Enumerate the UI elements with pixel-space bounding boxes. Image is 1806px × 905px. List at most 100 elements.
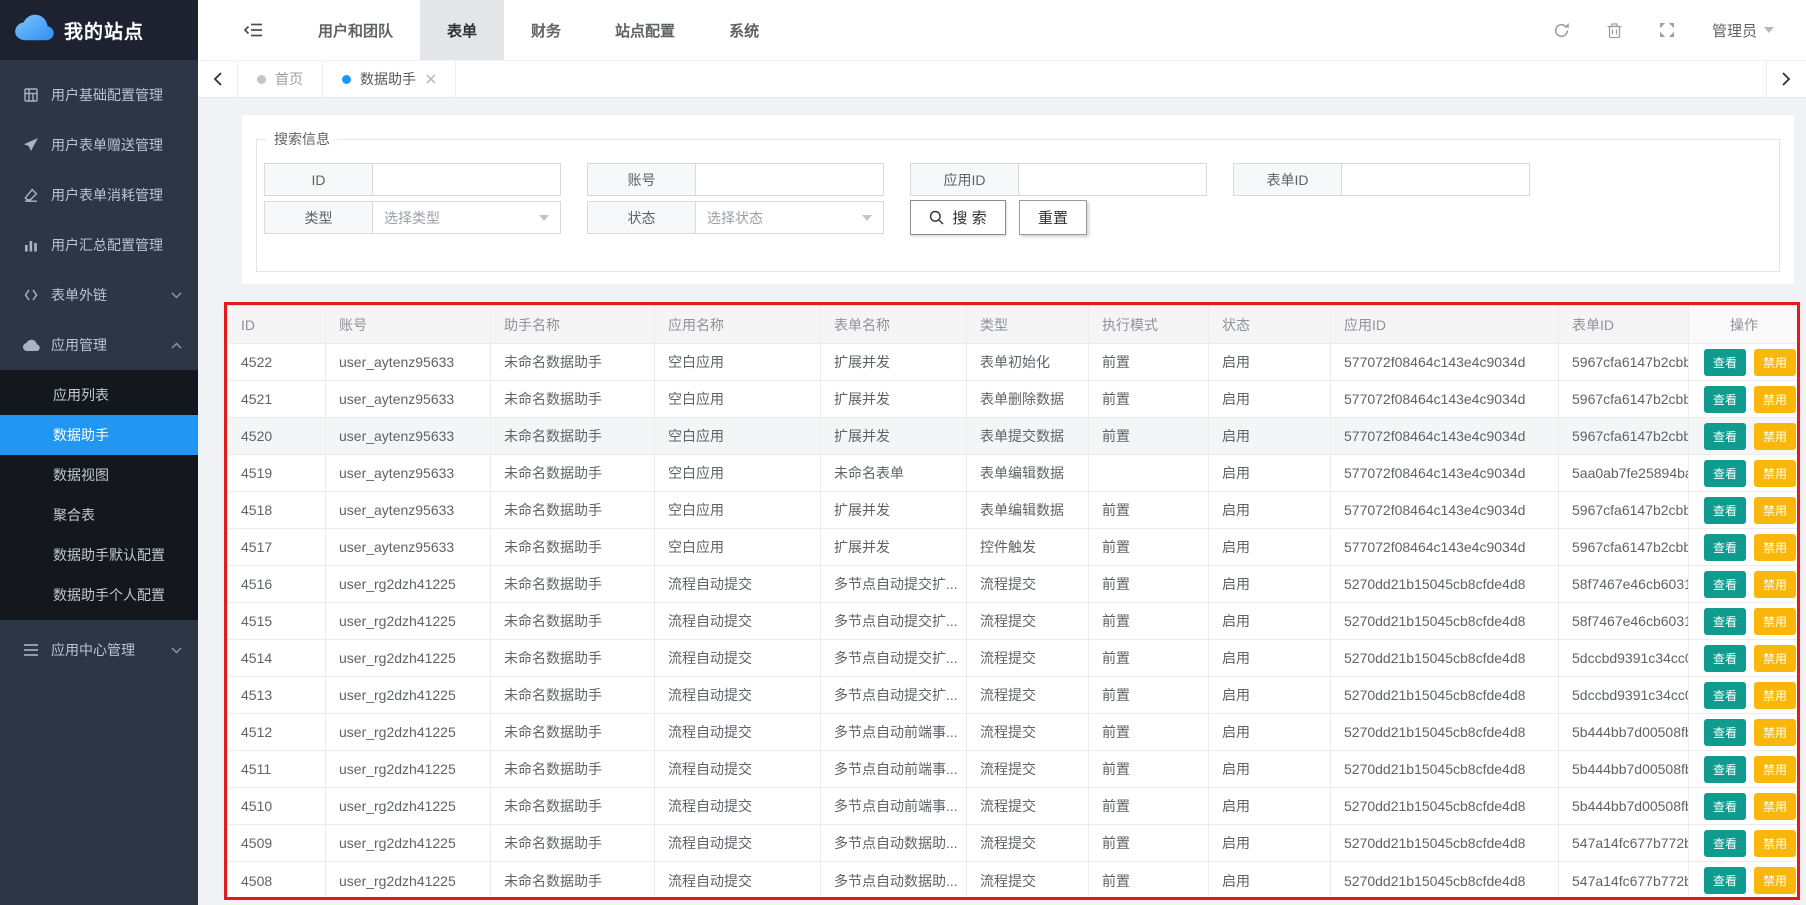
sidebar-subitem-4[interactable]: 聚合表 <box>0 495 198 535</box>
top-menu-item-1[interactable]: 用户和团队 <box>291 0 420 60</box>
disable-button[interactable]: 禁用 <box>1754 497 1796 524</box>
disable-button[interactable]: 禁用 <box>1754 349 1796 376</box>
disable-button[interactable]: 禁用 <box>1754 719 1796 746</box>
sidebar-item-6[interactable]: 应用管理 <box>0 320 198 370</box>
disable-button[interactable]: 禁用 <box>1754 534 1796 561</box>
column-header-11: 操作 <box>1689 306 1799 343</box>
sidebar-subitem-6[interactable]: 数据助手个人配置 <box>0 575 198 615</box>
top-menu-item-4[interactable]: 站点配置 <box>588 0 702 60</box>
view-button[interactable]: 查看 <box>1704 423 1746 450</box>
caret-down-icon <box>862 215 872 221</box>
view-button[interactable]: 查看 <box>1704 349 1746 376</box>
table-cell: 4517 <box>228 529 326 565</box>
view-button[interactable]: 查看 <box>1704 534 1746 561</box>
sidebar-subitem-2[interactable]: 数据助手 <box>0 415 198 455</box>
user-menu[interactable]: 管理员 <box>1712 20 1774 41</box>
search-field-input[interactable] <box>1019 164 1206 195</box>
sidebar-subitem-1[interactable]: 应用列表 <box>0 375 198 415</box>
table-cell: 启用 <box>1209 492 1331 528</box>
sidebar-item-5[interactable]: 表单外链 <box>0 270 198 320</box>
table-row: 4513user_rg2dzh41225未命名数据助手流程自动提交多节点自动提交… <box>228 677 1797 714</box>
table-cell: 4520 <box>228 418 326 454</box>
disable-button[interactable]: 禁用 <box>1754 423 1796 450</box>
table-cell: 4522 <box>228 344 326 380</box>
table-cell: 58f7467e46cb60319 <box>1559 566 1689 602</box>
table-cell: 5270dd21b15045cb8cfde4d8 <box>1331 788 1559 824</box>
table-cell: 5270dd21b15045cb8cfde4d8 <box>1331 825 1559 861</box>
top-menu-item-2[interactable]: 表单 <box>420 0 504 60</box>
table-cell: 空白应用 <box>655 492 821 528</box>
data-assistant-table: ID账号助手名称应用名称表单名称类型执行模式状态应用ID表单ID操作4522us… <box>227 305 1798 900</box>
search-button[interactable]: 搜 索 <box>910 200 1006 235</box>
sidebar-subitem-5[interactable]: 数据助手默认配置 <box>0 535 198 575</box>
sidebar-item-3[interactable]: 用户表单消耗管理 <box>0 170 198 220</box>
table-cell: 表单编辑数据 <box>967 455 1089 491</box>
view-button[interactable]: 查看 <box>1704 645 1746 672</box>
table-cell: user_rg2dzh41225 <box>326 751 491 787</box>
table-cell: 流程自动提交 <box>655 714 821 750</box>
tab-1[interactable]: 首页 <box>238 61 323 97</box>
table-cell: 前置 <box>1089 640 1209 676</box>
search-field-input[interactable] <box>373 164 560 195</box>
disable-button[interactable]: 禁用 <box>1754 571 1796 598</box>
close-icon[interactable] <box>426 74 436 84</box>
refresh-icon[interactable] <box>1553 22 1570 39</box>
search-field-input[interactable] <box>1342 164 1529 195</box>
view-button[interactable]: 查看 <box>1704 867 1746 894</box>
disable-button[interactable]: 禁用 <box>1754 682 1796 709</box>
topnav-actions: 管理员 <box>1553 20 1806 41</box>
disable-button[interactable]: 禁用 <box>1754 830 1796 857</box>
fullscreen-icon[interactable] <box>1659 22 1675 38</box>
table-cell: 5270dd21b15045cb8cfde4d8 <box>1331 677 1559 713</box>
table-cell: 未命名数据助手 <box>491 751 655 787</box>
collapse-menu-icon[interactable] <box>244 22 263 38</box>
brand-header: 我的站点 <box>0 0 198 60</box>
view-button[interactable]: 查看 <box>1704 571 1746 598</box>
disable-button[interactable]: 禁用 <box>1754 645 1796 672</box>
view-button[interactable]: 查看 <box>1704 460 1746 487</box>
sidebar-item-1[interactable]: 用户基础配置管理 <box>0 70 198 120</box>
sidebar-subitem-3[interactable]: 数据视图 <box>0 455 198 495</box>
disable-button[interactable]: 禁用 <box>1754 793 1796 820</box>
sidebar-submenu: 应用列表数据助手数据视图聚合表数据助手默认配置数据助手个人配置 <box>0 370 198 620</box>
tabs-scroll-right-icon[interactable] <box>1766 61 1806 97</box>
view-button[interactable]: 查看 <box>1704 719 1746 746</box>
select-placeholder: 选择类型 <box>384 208 440 228</box>
sidebar-item-2[interactable]: 用户表单赠送管理 <box>0 120 198 170</box>
view-button[interactable]: 查看 <box>1704 682 1746 709</box>
table-cell: 流程提交 <box>967 751 1089 787</box>
disable-button[interactable]: 禁用 <box>1754 608 1796 635</box>
view-button[interactable]: 查看 <box>1704 793 1746 820</box>
trash-icon[interactable] <box>1607 22 1622 39</box>
table-cell: 多节点自动前端事... <box>821 751 967 787</box>
top-menu-item-3[interactable]: 财务 <box>504 0 588 60</box>
table-cell: 启用 <box>1209 751 1331 787</box>
search-select-1: 类型选择类型 <box>264 201 561 234</box>
tabs-scroll-left-icon[interactable] <box>198 61 238 97</box>
table-cell: 多节点自动提交扩... <box>821 640 967 676</box>
top-menu-item-5[interactable]: 系统 <box>702 0 786 60</box>
search-field-3: 应用ID <box>910 163 1207 196</box>
view-button[interactable]: 查看 <box>1704 830 1746 857</box>
search-field-4: 表单ID <box>1233 163 1530 196</box>
view-button[interactable]: 查看 <box>1704 386 1746 413</box>
search-field-input[interactable] <box>696 164 883 195</box>
view-button[interactable]: 查看 <box>1704 756 1746 783</box>
search-select-control[interactable]: 选择类型 <box>373 202 560 233</box>
disable-button[interactable]: 禁用 <box>1754 867 1796 894</box>
tab-2[interactable]: 数据助手 <box>323 61 456 97</box>
disable-button[interactable]: 禁用 <box>1754 756 1796 783</box>
search-select-control[interactable]: 选择状态 <box>696 202 883 233</box>
table-row: 4522user_aytenz95633未命名数据助手空白应用扩展并发表单初始化… <box>228 344 1797 381</box>
sidebar-item-4[interactable]: 用户汇总配置管理 <box>0 220 198 270</box>
disable-button[interactable]: 禁用 <box>1754 460 1796 487</box>
table-cell-actions: 查看禁用 <box>1689 714 1799 750</box>
sidebar-item-7[interactable]: 应用中心管理 <box>0 625 198 675</box>
sidebar-item-label: 用户汇总配置管理 <box>51 235 182 255</box>
reset-button[interactable]: 重置 <box>1019 200 1087 235</box>
table-row: 4509user_rg2dzh41225未命名数据助手流程自动提交多节点自动数据… <box>228 825 1797 862</box>
view-button[interactable]: 查看 <box>1704 608 1746 635</box>
table-row: 4512user_rg2dzh41225未命名数据助手流程自动提交多节点自动前端… <box>228 714 1797 751</box>
view-button[interactable]: 查看 <box>1704 497 1746 524</box>
disable-button[interactable]: 禁用 <box>1754 386 1796 413</box>
